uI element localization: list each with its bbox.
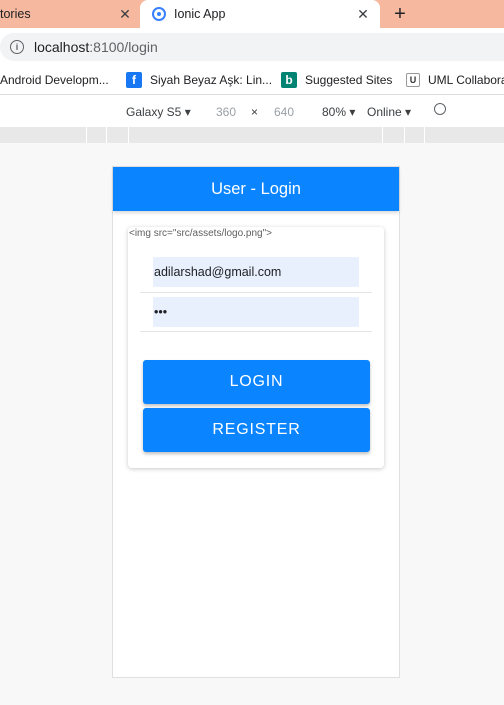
device-select[interactable]: Galaxy S5 ▾: [126, 105, 191, 119]
bookmark-android[interactable]: Android Developm...: [0, 66, 109, 94]
password-value: •••: [154, 305, 168, 319]
ruler-divider: [404, 127, 405, 143]
bookmark-suggested-sites[interactable]: b Suggested Sites: [281, 66, 392, 94]
browser-toolbar: i localhost:8100/login: [0, 28, 504, 66]
page-title: User - Login: [211, 180, 301, 198]
new-tab-button[interactable]: +: [390, 4, 410, 24]
tab-previous-label: tories: [0, 7, 31, 21]
bookmark-uml[interactable]: U UML Collabora: [406, 66, 504, 94]
tab-next[interactable]: [420, 0, 504, 28]
tab-strip: tories ✕ Ionic App ✕ +: [0, 0, 504, 28]
login-button[interactable]: LOGIN: [143, 360, 370, 404]
device-name: Galaxy S5: [126, 105, 182, 119]
email-field[interactable]: adilarshad@gmail.com: [153, 257, 359, 287]
close-icon[interactable]: ✕: [118, 7, 132, 21]
ruler-divider: [86, 127, 87, 143]
info-icon[interactable]: i: [10, 40, 24, 54]
zoom-select[interactable]: 80% ▾: [322, 105, 355, 119]
field-divider: [140, 292, 372, 293]
bookmark-label: Android Developm...: [0, 73, 109, 87]
tab-active-label: Ionic App: [174, 7, 226, 21]
logo-image-broken: <img src="src/assets/logo.png">: [129, 228, 272, 239]
ruler-divider: [106, 127, 107, 143]
tab-previous[interactable]: tories ✕: [0, 0, 138, 28]
network-value: Online: [367, 105, 402, 119]
bookmarks-bar: Android Developm... f Siyah Beyaz Aşk: L…: [0, 66, 504, 95]
zoom-value: 80%: [322, 105, 347, 119]
bookmark-label: Siyah Beyaz Aşk: Lin...: [150, 73, 273, 87]
height-input[interactable]: 640: [274, 105, 294, 119]
register-button[interactable]: REGISTER: [143, 408, 370, 452]
bookmark-siyah-beyaz[interactable]: f Siyah Beyaz Aşk: Lin...: [126, 66, 272, 94]
bing-icon: b: [281, 72, 297, 88]
app-header: User - Login: [113, 167, 399, 211]
url-text: localhost:8100/login: [34, 39, 158, 55]
media-query-ruler: [0, 127, 504, 143]
device-viewport: User - Login <img src="src/assets/logo.p…: [112, 166, 400, 678]
rotate-icon[interactable]: [434, 103, 446, 115]
ruler-divider: [382, 127, 383, 143]
width-input[interactable]: 360: [216, 105, 236, 119]
login-card: <img src="src/assets/logo.png"> adilarsh…: [128, 227, 384, 468]
ruler-divider: [128, 127, 129, 143]
bookmark-label: Suggested Sites: [305, 73, 393, 87]
url-path: :8100/login: [89, 39, 158, 55]
times-symbol: ×: [251, 105, 259, 119]
uml-icon: U: [406, 73, 420, 87]
ionic-favicon-icon: [152, 7, 166, 21]
close-icon[interactable]: ✕: [356, 7, 370, 21]
tab-active[interactable]: Ionic App ✕: [140, 0, 380, 28]
address-bar[interactable]: i localhost:8100/login: [0, 33, 504, 61]
bookmark-label: UML Collabora: [428, 73, 504, 87]
password-field[interactable]: •••: [153, 297, 359, 327]
field-divider: [140, 331, 372, 332]
network-select[interactable]: Online ▾: [367, 105, 411, 119]
url-host: localhost: [34, 39, 90, 55]
facebook-icon: f: [126, 72, 142, 88]
email-value: adilarshad@gmail.com: [154, 265, 282, 279]
ruler-divider: [424, 127, 425, 143]
device-toolbar: Galaxy S5 ▾ 360 × 640 80% ▾ Online ▾: [0, 95, 504, 128]
